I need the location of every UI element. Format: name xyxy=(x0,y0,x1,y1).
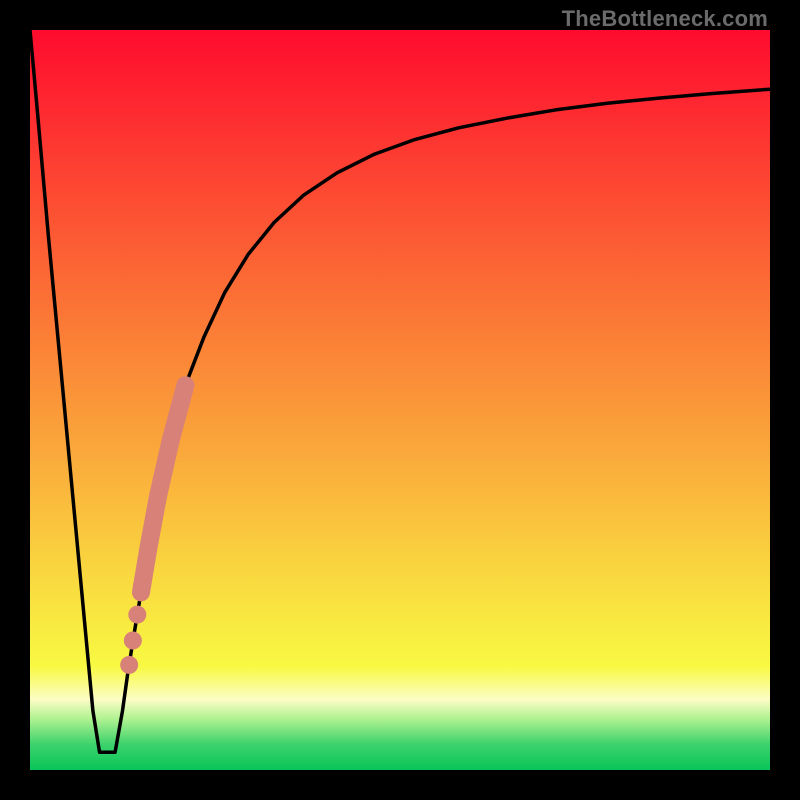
highlight-dot xyxy=(133,577,151,595)
chart-frame xyxy=(30,30,770,770)
highlight-dot xyxy=(128,606,146,624)
highlight-dot xyxy=(124,632,142,650)
chart-svg xyxy=(30,30,770,770)
highlight-dot xyxy=(120,656,138,674)
chart-background xyxy=(30,30,770,770)
watermark-text: TheBottleneck.com xyxy=(562,6,768,32)
